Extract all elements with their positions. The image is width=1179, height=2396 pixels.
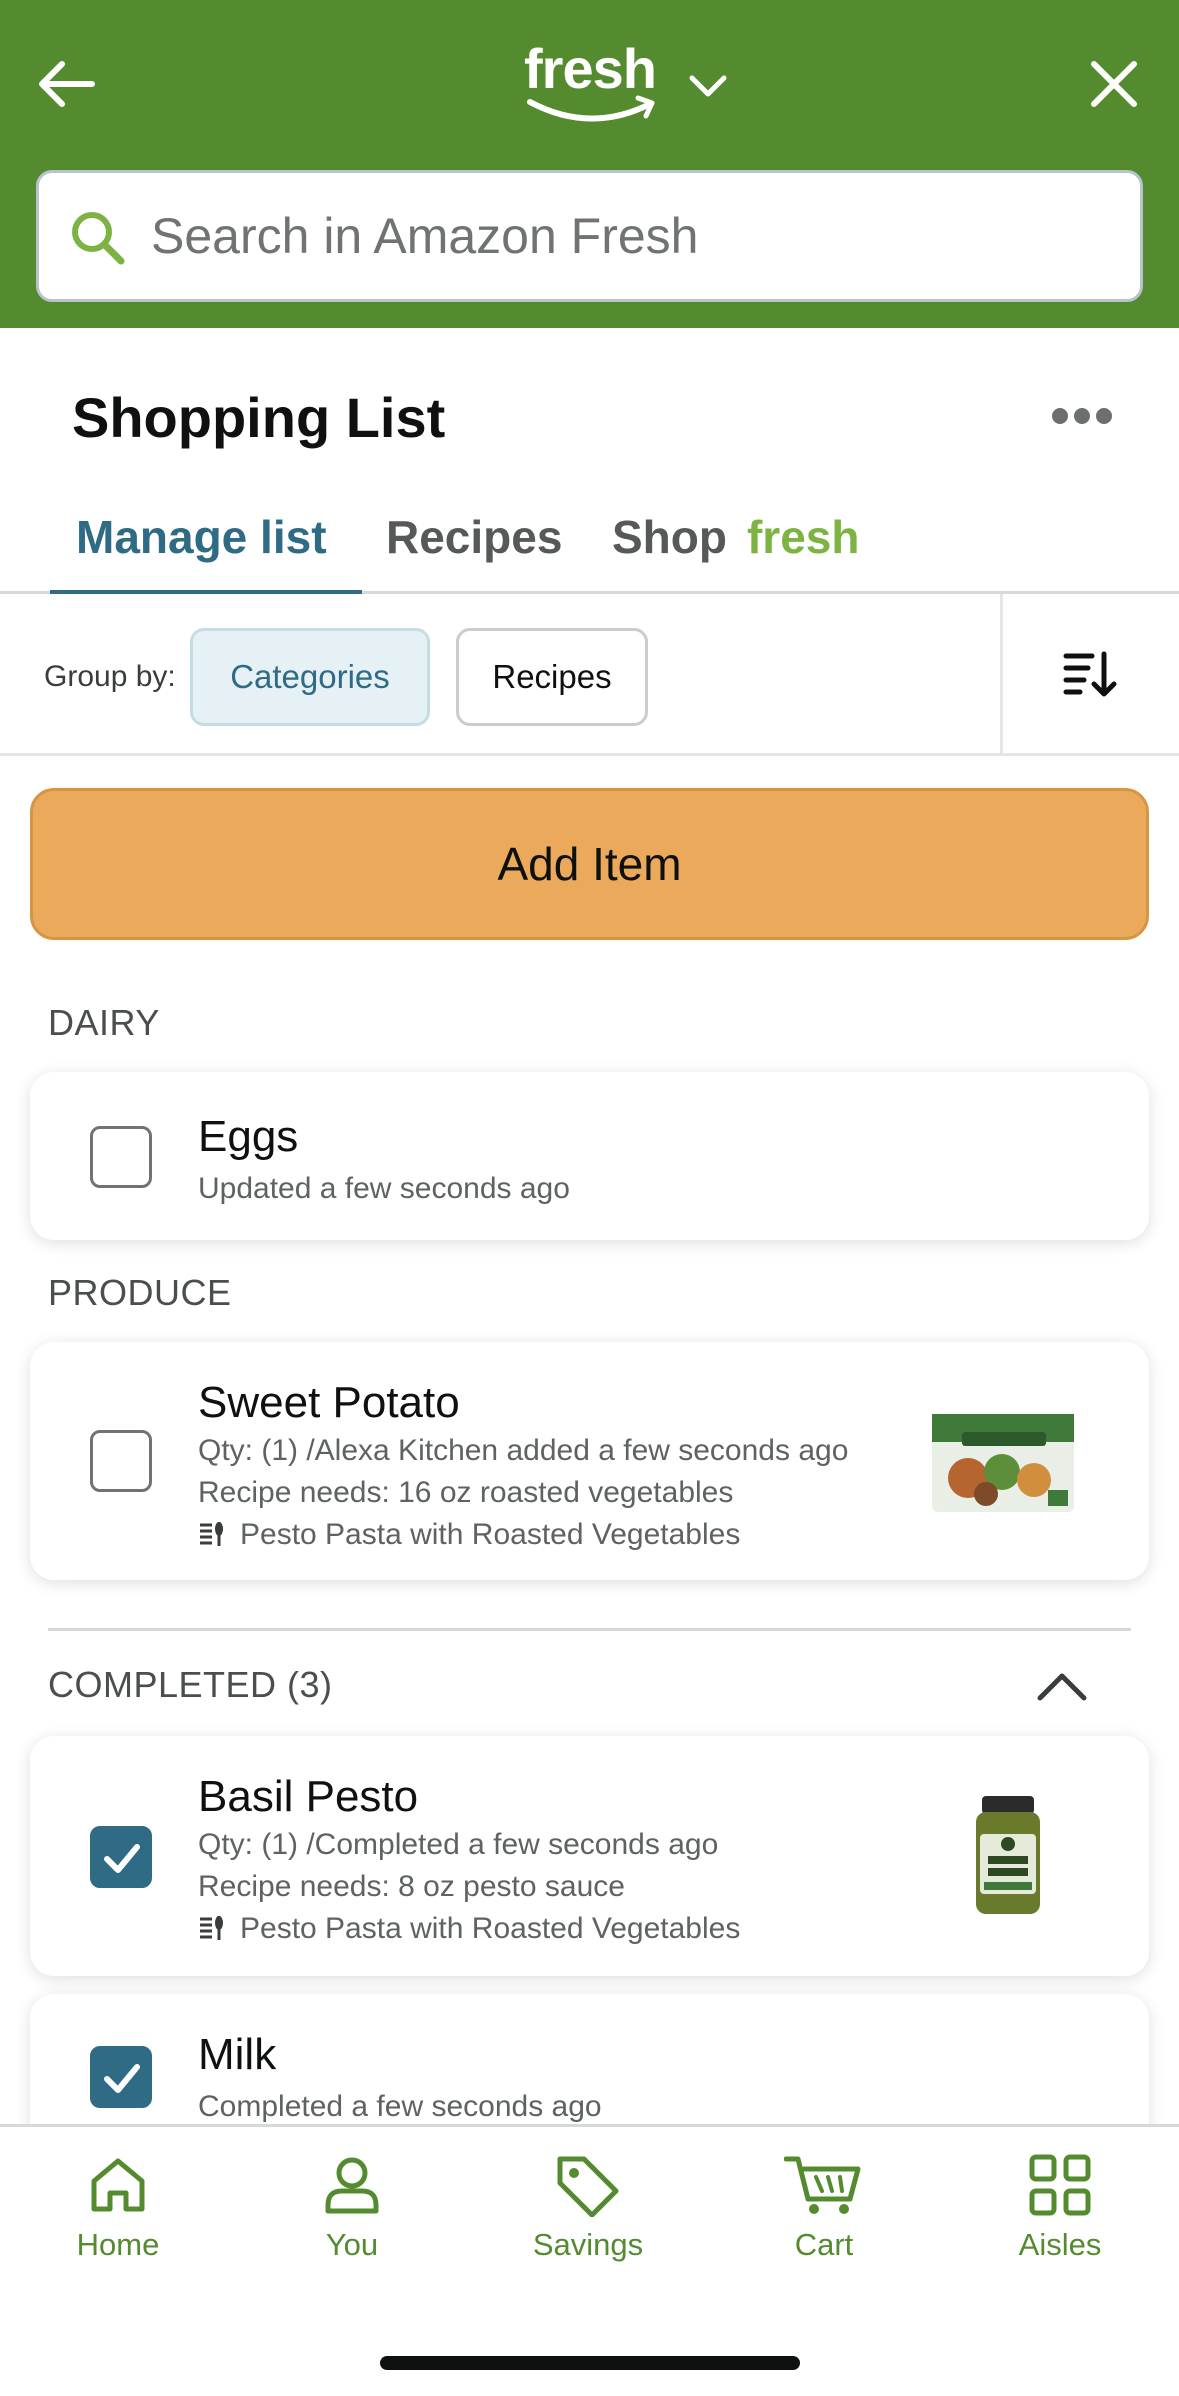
item-subtitle: Completed a few seconds ago bbox=[198, 2090, 602, 2123]
back-arrow-icon[interactable] bbox=[34, 52, 98, 116]
tab-shop-fresh[interactable]: Shop fresh bbox=[612, 510, 859, 564]
app-header: fresh bbox=[0, 0, 1179, 328]
chevron-down-icon[interactable] bbox=[686, 64, 730, 108]
chevron-up-icon[interactable] bbox=[1036, 1666, 1088, 1706]
section-label-produce: PRODUCE bbox=[48, 1272, 232, 1313]
section-label-completed: COMPLETED (3) bbox=[48, 1664, 333, 1705]
search-bar[interactable] bbox=[36, 170, 1143, 302]
item-subtitle: Updated a few seconds ago bbox=[198, 1172, 570, 1205]
list-item-eggs[interactable]: Eggs Updated a few seconds ago bbox=[30, 1072, 1149, 1240]
tab-recipes[interactable]: Recipes bbox=[386, 510, 562, 564]
item-checkbox-checked[interactable] bbox=[90, 1826, 152, 1888]
group-by-bar: Group by: Categories Recipes bbox=[0, 594, 1179, 756]
cart-icon bbox=[784, 2156, 861, 2214]
group-by-label: Group by: bbox=[44, 660, 176, 693]
product-image-pesto-jar bbox=[976, 1796, 1040, 1914]
item-recipe[interactable]: Pesto Pasta with Roasted Vegetables bbox=[198, 1912, 740, 1946]
nav-you[interactable]: You bbox=[272, 2153, 432, 2263]
item-checkbox[interactable] bbox=[90, 1430, 152, 1492]
divider bbox=[1000, 594, 1003, 754]
tab-bar: Manage list Recipes Shop fresh bbox=[0, 504, 1179, 594]
group-by-categories-button[interactable]: Categories bbox=[190, 628, 430, 726]
nav-label: Home bbox=[76, 2227, 160, 2262]
tag-icon bbox=[557, 2156, 619, 2217]
item-subtitle: Qty: (1) /Alexa Kitchen added a few seco… bbox=[198, 1434, 849, 1467]
item-name: Basil Pesto bbox=[198, 1772, 419, 1821]
item-recipe-needs: Recipe needs: 8 oz pesto sauce bbox=[198, 1870, 625, 1903]
item-recipe-name: Pesto Pasta with Roasted Vegetables bbox=[240, 1518, 741, 1551]
nav-label: Aisles bbox=[1018, 2227, 1102, 2262]
person-icon bbox=[325, 2157, 379, 2214]
checkmark-icon bbox=[104, 1844, 140, 1873]
product-image-vegetables bbox=[932, 1414, 1074, 1512]
item-subtitle: Qty: (1) /Completed a few seconds ago bbox=[198, 1828, 719, 1861]
tab-manage-list[interactable]: Manage list bbox=[76, 510, 327, 564]
checkmark-icon bbox=[104, 2064, 140, 2093]
section-label-dairy: DAIRY bbox=[48, 1002, 160, 1043]
item-name: Milk bbox=[198, 2030, 277, 2079]
divider bbox=[48, 1628, 1131, 1631]
tab-shop-label: Shop bbox=[612, 511, 727, 563]
nav-label: Cart bbox=[794, 2227, 854, 2262]
nav-label: Savings bbox=[532, 2227, 644, 2262]
sort-icon[interactable] bbox=[1062, 646, 1118, 702]
item-recipe-name: Pesto Pasta with Roasted Vegetables bbox=[240, 1912, 741, 1945]
item-recipe-needs: Recipe needs: 16 oz roasted vegetables bbox=[198, 1476, 734, 1509]
home-indicator[interactable] bbox=[380, 2356, 800, 2370]
item-name: Eggs bbox=[198, 1112, 299, 1161]
tab-fresh-suffix: fresh bbox=[746, 511, 860, 563]
item-checkbox[interactable] bbox=[90, 1126, 152, 1188]
item-checkbox-checked[interactable] bbox=[90, 2046, 152, 2108]
nav-label: You bbox=[325, 2227, 379, 2262]
search-icon bbox=[72, 212, 125, 265]
item-name: Sweet Potato bbox=[198, 1378, 460, 1427]
add-item-button[interactable]: Add Item bbox=[30, 788, 1149, 940]
recipe-icon bbox=[200, 1522, 223, 1546]
close-icon[interactable] bbox=[1086, 56, 1142, 112]
search-input[interactable] bbox=[151, 173, 1111, 299]
home-icon bbox=[91, 2158, 145, 2212]
fresh-logo[interactable]: fresh bbox=[520, 36, 680, 132]
smile-icon bbox=[527, 95, 655, 122]
nav-aisles[interactable]: Aisles bbox=[980, 2153, 1140, 2263]
page-title: Shopping List bbox=[72, 386, 446, 449]
more-options-icon[interactable] bbox=[1052, 408, 1124, 436]
nav-savings[interactable]: Savings bbox=[508, 2153, 668, 2263]
group-by-recipes-button[interactable]: Recipes bbox=[456, 628, 648, 726]
grid-icon bbox=[1029, 2154, 1091, 2216]
item-recipe[interactable]: Pesto Pasta with Roasted Vegetables bbox=[198, 1518, 740, 1552]
brand-text: fresh bbox=[524, 37, 657, 100]
recipe-icon bbox=[200, 1916, 223, 1940]
nav-home[interactable]: Home bbox=[38, 2153, 198, 2263]
list-item-sweet-potato[interactable]: Sweet Potato Qty: (1) /Alexa Kitchen add… bbox=[30, 1342, 1149, 1580]
list-item-basil-pesto[interactable]: Basil Pesto Qty: (1) /Completed a few se… bbox=[30, 1736, 1149, 1976]
nav-cart[interactable]: Cart bbox=[744, 2153, 904, 2263]
